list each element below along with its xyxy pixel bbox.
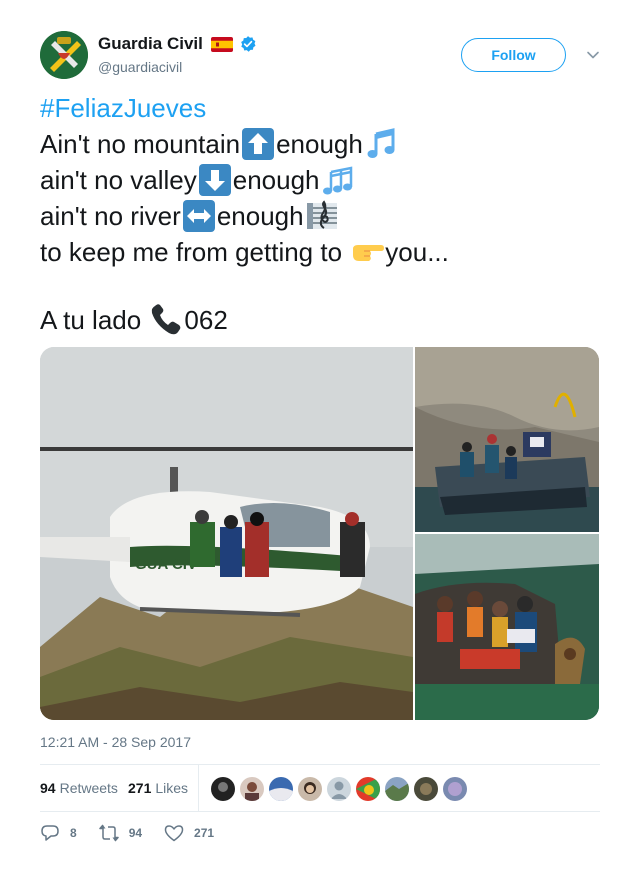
tweet-text: #FeliazJueves Ain't no mountain enough a… xyxy=(40,90,600,338)
liker-avatar[interactable] xyxy=(326,776,352,802)
line-text-2: enough xyxy=(232,165,320,195)
line-text-2: enough xyxy=(216,201,304,231)
likes-stat[interactable]: 271 Likes xyxy=(128,765,188,811)
tweet-line-2: ain't no valley enough xyxy=(40,162,600,198)
stats-divider xyxy=(198,765,199,811)
author-avatar[interactable] xyxy=(40,31,88,79)
liker-avatar[interactable] xyxy=(210,776,236,802)
like-count: 271 xyxy=(194,826,215,840)
tweet-line-closing: A tu lado 062 xyxy=(40,302,600,338)
tweet-line-4: to keep me from getting to you... xyxy=(40,234,600,270)
liker-avatar[interactable] xyxy=(268,776,294,802)
retweet-button[interactable]: 94 xyxy=(98,823,143,843)
spain-flag-icon xyxy=(210,36,233,52)
media-grid: GUA CIV xyxy=(40,347,599,720)
reply-count: 8 xyxy=(70,826,77,840)
up-arrow-button-icon xyxy=(241,127,275,161)
author-handle[interactable]: @guardiacivil xyxy=(98,59,182,75)
line-text-2: enough xyxy=(276,129,363,159)
liker-avatar[interactable] xyxy=(355,776,381,802)
retweets-count: 94 xyxy=(40,780,56,796)
musical-score-icon xyxy=(305,199,339,233)
guardia-civil-emblem-icon xyxy=(40,31,88,79)
helicopter-rescue-photo[interactable]: GUA CIV xyxy=(40,347,413,720)
tweet-line-hashtag: #FeliazJueves xyxy=(40,90,600,126)
line-text-2: you... xyxy=(385,237,449,267)
musical-note-icon xyxy=(364,127,398,161)
tweet-actions: 8 94 271 xyxy=(40,822,236,844)
liker-avatar[interactable] xyxy=(442,776,468,802)
follow-button[interactable]: Follow xyxy=(461,38,566,72)
boat-cliff-rescue-photo[interactable] xyxy=(415,347,599,532)
musical-notes-icon xyxy=(321,163,355,197)
closing-number: 062 xyxy=(184,305,228,335)
tweet-line-3: ain't no river enough xyxy=(40,198,600,234)
line-text: ain't no valley xyxy=(40,165,197,195)
svg-text:GUA CIV: GUA CIV xyxy=(135,556,197,573)
name-row: Guardia Civil xyxy=(98,34,257,54)
like-button[interactable]: 271 xyxy=(164,823,214,843)
tweet-timestamp[interactable]: 12:21 AM - 28 Sep 2017 xyxy=(40,734,191,750)
telephone-receiver-icon xyxy=(149,303,183,337)
likes-label: Likes xyxy=(155,780,189,796)
line-text: ain't no river xyxy=(40,201,181,231)
heart-icon xyxy=(164,825,184,842)
down-arrow-button-icon xyxy=(198,163,232,197)
liker-avatar[interactable] xyxy=(384,776,410,802)
retweet-icon xyxy=(98,824,119,842)
closing-text: A tu lado xyxy=(40,305,149,335)
left-right-arrow-button-icon xyxy=(182,199,216,233)
retweets-label: Retweets xyxy=(59,780,118,796)
likes-count: 271 xyxy=(128,780,152,796)
reply-icon xyxy=(41,825,59,841)
liker-avatar[interactable] xyxy=(239,776,265,802)
boat-migrants-photo[interactable] xyxy=(415,534,599,720)
line-text: to keep me from getting to xyxy=(40,237,350,267)
retweets-stat[interactable]: 94 Retweets xyxy=(40,765,118,811)
tweet-stats: 94 Retweets 271 Likes xyxy=(40,764,600,812)
tweet-header: Guardia Civil @guardiacivil Follow xyxy=(40,31,600,81)
line-break xyxy=(40,270,600,302)
chevron-down-icon[interactable] xyxy=(586,48,600,62)
verified-badge-icon xyxy=(239,35,257,53)
retweet-count: 94 xyxy=(128,826,143,840)
line-text: Ain't no mountain xyxy=(40,129,241,159)
liker-avatar[interactable] xyxy=(413,776,439,802)
author-display-name[interactable]: Guardia Civil xyxy=(98,34,203,54)
reply-button[interactable]: 8 xyxy=(40,823,77,843)
liker-avatar[interactable] xyxy=(297,776,323,802)
backhand-pointing-right-icon xyxy=(350,235,385,269)
liker-avatars xyxy=(210,776,471,802)
tweet-line-1: Ain't no mountain enough xyxy=(40,126,600,162)
hashtag-link[interactable]: #FeliazJueves xyxy=(40,90,206,126)
